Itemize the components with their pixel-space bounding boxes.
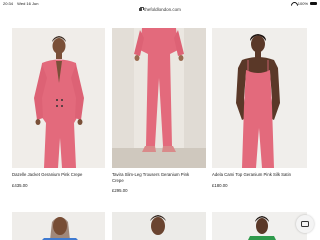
product-image-row2-1[interactable]: [12, 212, 105, 240]
product-price: £435.00: [12, 183, 28, 188]
product-name[interactable]: Tavira Slim-Leg Trousers Geranium Pink C…: [112, 172, 202, 184]
model-illustration: [248, 216, 276, 240]
product-price: £295.00: [112, 188, 128, 193]
chat-button[interactable]: [296, 215, 314, 233]
url-text: thefoldlondon.com: [144, 7, 181, 12]
address-bar[interactable]: thefoldlondon.com: [0, 5, 320, 14]
product-name[interactable]: Dazelle Jacket Geranium Pink Crepe: [12, 172, 104, 178]
product-image[interactable]: [12, 28, 105, 168]
product-image[interactable]: [212, 28, 307, 168]
model-illustration: [112, 28, 206, 168]
product-price: £180.00: [212, 183, 228, 188]
chat-icon: [301, 221, 309, 227]
product-image-row2-2[interactable]: [112, 212, 206, 240]
product-image-row2-3[interactable]: [212, 212, 307, 240]
model-illustration: [212, 28, 307, 168]
product-name[interactable]: Adela Cami Top Geranium Pink Silk Satin: [212, 172, 304, 178]
model-illustration: [12, 28, 105, 168]
model-illustration: [150, 215, 166, 235]
product-image[interactable]: [112, 28, 206, 168]
lock-icon: [139, 6, 144, 12]
model-illustration: [42, 217, 78, 240]
